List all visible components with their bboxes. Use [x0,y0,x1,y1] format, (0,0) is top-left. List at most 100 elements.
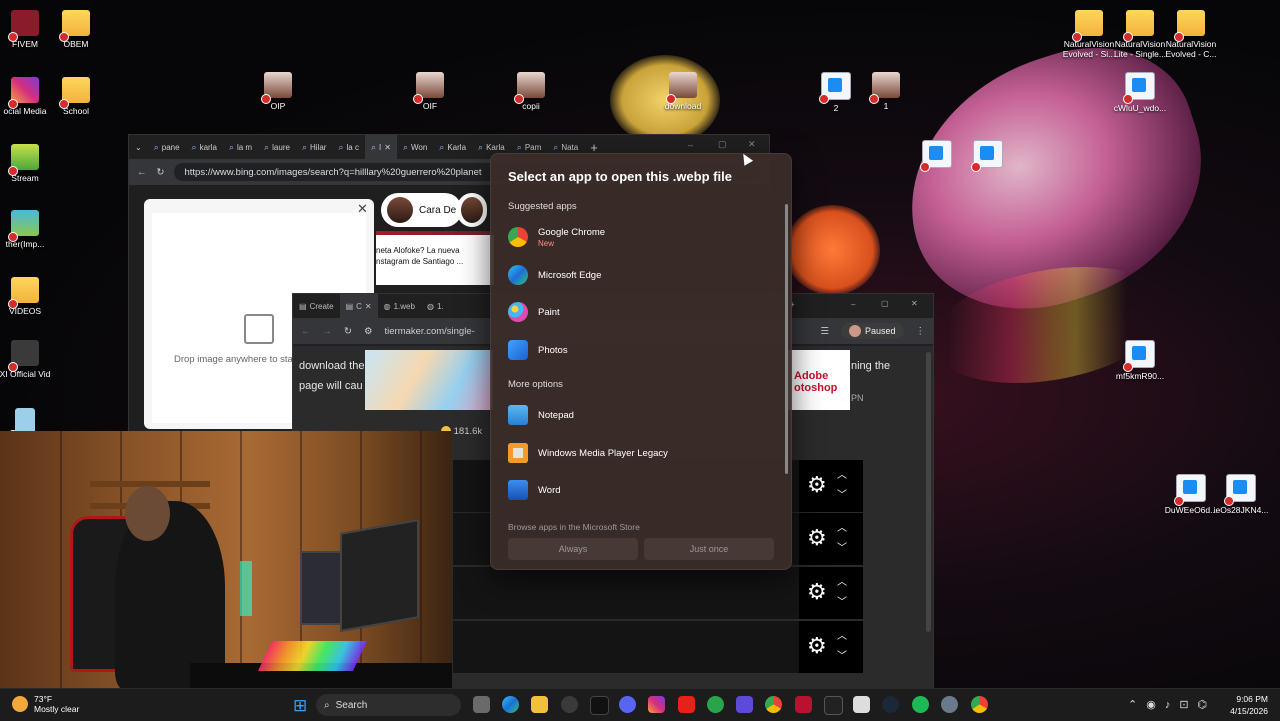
weather-widget[interactable]: 73°F Mostly clear [12,694,79,714]
spotify-icon[interactable] [912,696,929,713]
always-button[interactable]: Always [508,538,638,560]
clock[interactable]: 9:06 PM 4/15/2026 [1230,693,1268,717]
desktop-icon-mf5kmr90[interactable]: mf5kmR90... [1109,340,1171,381]
app-option-windows-media-player[interactable]: Windows Media Player Legacy [508,438,778,468]
settings-icon[interactable] [941,696,958,713]
reorder-arrows[interactable]: ︿ ﹀ [837,627,847,667]
app-icon[interactable] [853,696,870,713]
back-icon[interactable]: ← [301,326,311,337]
reorder-arrows[interactable]: ︿ ﹀ [837,519,847,559]
tab-list-button[interactable]: ⌄ [129,135,148,159]
tier-image-thumbnail[interactable] [365,350,493,410]
youtube-icon[interactable] [678,696,695,713]
gear-icon[interactable]: ⚙ [807,474,827,496]
browser-tab[interactable]: ⌕ laure [258,135,296,159]
browser-tab[interactable]: ⌕ Karla [433,135,472,159]
browser-tab-active[interactable]: ⌕ I ✕ [364,135,397,159]
tier-row[interactable]: ⚙ ︿ ﹀ [453,620,863,673]
close-window-icon[interactable]: ✕ [911,299,918,308]
tiktok-icon[interactable] [590,696,609,715]
desktop-icon-oip[interactable]: OIP [247,72,309,111]
app-option-notepad[interactable]: Notepad [508,400,778,430]
system-tray-icons[interactable]: ⌃◉♪⊡⌬ [1128,698,1216,711]
menu-icon[interactable]: ⋮ [916,326,926,337]
reload-icon[interactable]: ↻ [344,326,352,337]
chrome-icon[interactable] [765,696,782,713]
reload-icon[interactable]: ↻ [157,167,165,178]
just-once-button[interactable]: Just once [644,538,774,560]
gear-icon[interactable]: ⚙ [807,527,827,549]
url-field[interactable]: tiermaker.com/single- [385,326,475,337]
minimize-icon[interactable]: – [851,300,855,309]
browser-tab[interactable]: ⌕ Won [397,135,433,159]
desktop-icon-1[interactable]: 1 [855,72,917,111]
browser-tab[interactable]: ▤ Create [293,294,340,318]
app-icon[interactable] [561,696,578,713]
chrome-icon[interactable] [971,696,988,713]
browse-store-link[interactable]: Browse apps in the Microsoft Store [508,522,640,532]
advertisement[interactable]: Adobe otoshop [788,350,850,410]
minimize-icon[interactable]: – [688,140,693,150]
app-grid-icon[interactable] [736,696,753,713]
site-info-icon[interactable]: ⚙ [364,326,373,337]
browser-tab[interactable]: ◍ 1.web [378,294,421,318]
open-with-dialog[interactable]: Select an app to open this .webp file Su… [490,153,792,570]
instagram-icon[interactable] [648,696,665,713]
discord-icon[interactable] [619,696,636,713]
profile-paused-button[interactable]: Paused [840,323,904,339]
browser-tab[interactable]: ⌕ karla [186,135,223,159]
desktop-icon-stream[interactable]: Stream [0,144,56,183]
desktop-icon-cwluu[interactable]: cWluU_wdo... [1109,72,1171,113]
app-option-word[interactable]: Word [508,475,778,505]
desktop-icon-copii[interactable]: copii [500,72,562,111]
file-explorer-icon[interactable] [531,696,548,713]
browser-tab[interactable]: ⌕ la m [223,135,258,159]
app-option-photos[interactable]: Photos [508,335,778,365]
steam-icon[interactable] [882,696,899,713]
adobe-icon[interactable] [795,696,812,713]
reorder-arrows[interactable]: ︿ ﹀ [837,466,847,506]
scrollbar[interactable] [926,352,931,632]
taskbar-search[interactable]: ⌕ Search [316,694,461,716]
desktop-icon-obem[interactable]: OBEM [45,10,107,49]
xbox-icon[interactable] [707,696,724,713]
app-option-edge[interactable]: Microsoft Edge [508,260,778,290]
edge-icon[interactable] [502,696,519,713]
related-search-chip[interactable]: Cara De [381,193,463,227]
desktop-icon-school[interactable]: School [45,77,107,116]
desktop-icon-naturalvision-evolved-c[interactable]: NaturalVision Evolved - C... [1160,10,1222,59]
app-icon[interactable] [824,696,843,715]
app-option-chrome[interactable]: Google Chrome New [508,222,778,252]
back-icon[interactable]: ← [137,167,147,178]
desktop-icon-download[interactable]: download [652,72,714,111]
reorder-arrows[interactable]: ︿ ﹀ [837,573,847,613]
close-icon[interactable]: ✕ [357,201,368,217]
browser-tab[interactable]: ⌕ la c [332,135,365,159]
browser-tab[interactable]: ◍ 1. [421,294,450,318]
tier-row[interactable]: ⚙ ︿ ﹀ [453,566,863,619]
maximize-icon[interactable]: ▢ [718,139,727,150]
maximize-icon[interactable]: ▢ [881,299,889,308]
app-option-paint[interactable]: Paint [508,297,778,327]
forward-icon[interactable]: → [323,326,333,337]
start-icon[interactable]: ⊞ [293,696,307,716]
close-window-icon[interactable]: ✕ [748,139,756,150]
close-tab-icon[interactable]: ✕ [384,143,391,152]
desktop-icon-videos[interactable]: VIDEOS [0,277,56,316]
gear-icon[interactable]: ⚙ [807,581,827,603]
gear-icon[interactable]: ⚙ [807,635,827,657]
desktop-icon-oif[interactable]: OIF [399,72,461,111]
browser-tab-active[interactable]: ▤ C ✕ [339,294,378,318]
task-view-icon[interactable] [473,696,490,713]
dialog-scrollbar[interactable] [785,204,788,474]
related-search-chip[interactable] [457,193,487,227]
reading-list-icon[interactable]: ☰ [820,326,829,337]
desktop-icon-official-vid[interactable]: XI Official Vid [0,340,56,379]
browser-tab[interactable]: ⌕ pane [148,135,186,159]
news-headline[interactable]: neta Alofoke? La nueva nstagram de Santi… [376,235,494,285]
close-tab-icon[interactable]: ✕ [365,302,372,311]
desktop-icon-other[interactable]: ther(Imp... [0,210,56,249]
desktop-icon-ieos28jkn4[interactable]: ieOs28JKN4... [1210,474,1272,515]
browser-tab[interactable]: ⌕ Hilar [296,135,333,159]
desktop-icon-image[interactable] [957,140,1019,172]
